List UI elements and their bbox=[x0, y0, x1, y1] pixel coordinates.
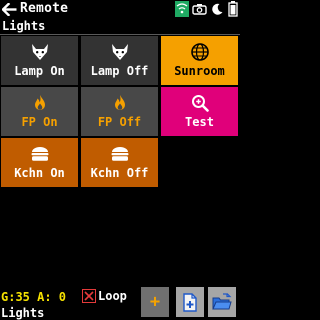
loop-label: Loop bbox=[98, 289, 127, 303]
arrow-left-icon bbox=[1, 2, 16, 16]
folder-icon bbox=[212, 293, 232, 310]
fox-icon bbox=[30, 42, 50, 62]
status-readout: G:35 A: 0 bbox=[1, 290, 67, 304]
add-button[interactable]: + bbox=[141, 287, 169, 317]
tile-label: FP On bbox=[21, 115, 58, 129]
flame-icon bbox=[113, 93, 127, 113]
tile-label: Kchn On bbox=[14, 166, 65, 180]
tile-sunroom[interactable]: Sunroom bbox=[161, 36, 238, 85]
loop-toggle[interactable]: Loop bbox=[82, 289, 127, 303]
file-icon bbox=[183, 292, 197, 312]
tile-label: Kchn Off bbox=[90, 166, 149, 180]
flame-icon bbox=[33, 93, 47, 113]
section-title: Lights bbox=[2, 19, 46, 33]
camera-icon bbox=[191, 1, 207, 17]
tile-fp-on[interactable]: FP On bbox=[1, 87, 78, 136]
divider bbox=[0, 34, 240, 35]
tile-kchn-on[interactable]: Kchn On bbox=[1, 138, 78, 187]
tile-lamp-off[interactable]: Lamp Off bbox=[81, 36, 158, 85]
tile-label: Test bbox=[185, 115, 214, 129]
wifi-icon bbox=[175, 1, 189, 17]
x-icon bbox=[84, 291, 94, 301]
current-section-label: Lights bbox=[1, 306, 45, 320]
tile-test[interactable]: Test bbox=[161, 87, 238, 136]
tile-fp-off[interactable]: FP Off bbox=[81, 87, 158, 136]
plus-icon: + bbox=[149, 292, 161, 312]
back-button[interactable] bbox=[0, 0, 18, 18]
app-title: Remote bbox=[20, 1, 69, 16]
open-folder-button[interactable] bbox=[208, 287, 236, 317]
tile-label: Lamp On bbox=[14, 64, 65, 78]
new-file-button[interactable] bbox=[176, 287, 204, 317]
burger-icon bbox=[30, 144, 50, 164]
globe-icon bbox=[190, 42, 210, 62]
search-icon bbox=[191, 93, 209, 113]
fox-icon bbox=[110, 42, 130, 62]
tile-label: Sunroom bbox=[174, 64, 225, 78]
moon-icon bbox=[209, 1, 225, 17]
tile-label: FP Off bbox=[97, 115, 142, 129]
burger-icon bbox=[110, 144, 130, 164]
tile-kchn-off[interactable]: Kchn Off bbox=[81, 138, 158, 187]
battery-icon bbox=[227, 1, 239, 17]
top-bar: Remote bbox=[0, 0, 240, 18]
status-icons bbox=[175, 1, 239, 17]
loop-checkbox[interactable] bbox=[82, 289, 96, 303]
tile-label: Lamp Off bbox=[90, 64, 149, 78]
tile-lamp-on[interactable]: Lamp On bbox=[1, 36, 78, 85]
